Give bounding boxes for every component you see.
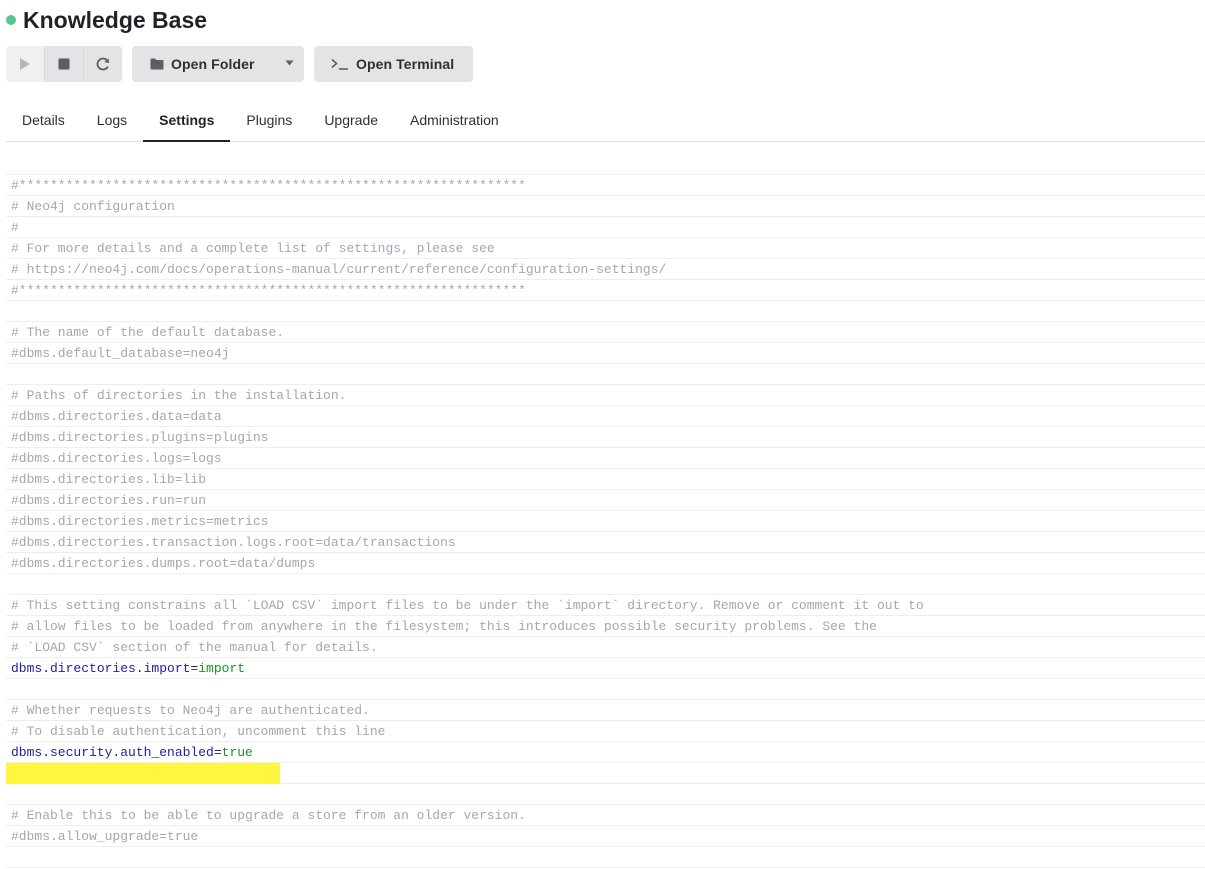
- terminal-icon: [331, 58, 348, 70]
- stop-button[interactable]: [44, 46, 83, 82]
- tab-administration[interactable]: Administration: [394, 100, 515, 141]
- comment-text: # To disable authentication, uncomment t…: [11, 724, 386, 739]
- editor-line[interactable]: #***************************************…: [6, 175, 1205, 196]
- toolbar: Open Folder Open Terminal: [6, 46, 473, 82]
- editor-line[interactable]: # Paths of directories in the installati…: [6, 385, 1205, 406]
- editor-line[interactable]: [6, 784, 1205, 805]
- editor-line[interactable]: [6, 763, 1205, 784]
- tab-settings[interactable]: Settings: [143, 100, 231, 142]
- comment-text: #dbms.directories.transaction.logs.root=…: [11, 535, 456, 550]
- tab-details[interactable]: Details: [6, 100, 81, 141]
- page-title: Knowledge Base: [23, 6, 208, 33]
- setting-line-text: dbms.security.auth_enabled=true: [11, 745, 253, 760]
- comment-text: # Paths of directories in the installati…: [11, 388, 347, 403]
- comment-text: # https://neo4j.com/docs/operations-manu…: [11, 262, 667, 277]
- tab-plugins[interactable]: Plugins: [230, 100, 308, 141]
- editor-line[interactable]: #: [6, 217, 1205, 238]
- comment-text: #: [11, 220, 19, 235]
- play-icon: [20, 58, 30, 70]
- dbms-control-group: [6, 46, 122, 82]
- tab-upgrade[interactable]: Upgrade: [308, 100, 394, 141]
- editor-line[interactable]: # Whether requests to Neo4j are authenti…: [6, 700, 1205, 721]
- editor-line[interactable]: # To disable authentication, uncomment t…: [6, 721, 1205, 742]
- comment-text: #dbms.directories.run=run: [11, 493, 207, 508]
- editor-line[interactable]: [6, 364, 1205, 385]
- editor-line[interactable]: # Enable this to be able to upgrade a st…: [6, 805, 1205, 826]
- settings-editor[interactable]: #***************************************…: [6, 154, 1205, 869]
- comment-text: # allow files to be loaded from anywhere…: [11, 619, 877, 634]
- comment-text: #dbms.directories.lib=lib: [11, 472, 207, 487]
- open-terminal-label: Open Terminal: [356, 56, 455, 72]
- restart-button[interactable]: [83, 46, 122, 82]
- tab-bar: Details Logs Settings Plugins Upgrade Ad…: [6, 100, 1205, 142]
- editor-line[interactable]: [6, 679, 1205, 700]
- editor-line[interactable]: #dbms.directories.logs=logs: [6, 448, 1205, 469]
- setting-value: true: [221, 745, 253, 760]
- title-row: Knowledge Base: [6, 4, 207, 36]
- editor-line[interactable]: #dbms.directories.transaction.logs.root=…: [6, 532, 1205, 553]
- setting-key: dbms.directories.import: [11, 661, 191, 676]
- editor-line[interactable]: dbms.security.auth_enabled=true: [6, 742, 1205, 763]
- editor-line[interactable]: #dbms.directories.plugins=plugins: [6, 427, 1205, 448]
- comment-text: #dbms.directories.logs=logs: [11, 451, 222, 466]
- comment-text: #dbms.directories.dumps.root=data/dumps: [11, 556, 316, 571]
- comment-text: # This setting constrains all `LOAD CSV`…: [11, 598, 924, 613]
- stop-icon: [58, 58, 70, 70]
- comment-text: #dbms.directories.plugins=plugins: [11, 430, 269, 445]
- comment-text: #dbms.allow_upgrade=true: [11, 829, 199, 844]
- comment-text: # The name of the default database.: [11, 325, 285, 340]
- editor-line[interactable]: #dbms.directories.lib=lib: [6, 469, 1205, 490]
- editor-line[interactable]: #dbms.allow_upgrade=true: [6, 826, 1205, 847]
- comment-text: #dbms.directories.metrics=metrics: [11, 514, 269, 529]
- comment-text: #dbms.default_database=neo4j: [11, 346, 230, 361]
- editor-line[interactable]: dbms.directories.import=import: [6, 658, 1205, 679]
- comment-text: # `LOAD CSV` section of the manual for d…: [11, 640, 378, 655]
- editor-line[interactable]: # The name of the default database.: [6, 322, 1205, 343]
- editor-line[interactable]: #dbms.directories.run=run: [6, 490, 1205, 511]
- comment-text: # Enable this to be able to upgrade a st…: [11, 808, 526, 823]
- editor-line[interactable]: # `LOAD CSV` section of the manual for d…: [6, 637, 1205, 658]
- comment-text: #***************************************…: [11, 178, 526, 193]
- editor-line[interactable]: #***************************************…: [6, 280, 1205, 301]
- setting-value: import: [198, 661, 246, 676]
- comment-text: #dbms.directories.data=data: [11, 409, 222, 424]
- editor-line[interactable]: [6, 154, 1205, 175]
- editor-line[interactable]: #dbms.directories.dumps.root=data/dumps: [6, 553, 1205, 574]
- restart-icon: [96, 57, 110, 71]
- setting-key: dbms.security.auth_enabled: [11, 745, 214, 760]
- comment-text: # Whether requests to Neo4j are authenti…: [11, 703, 370, 718]
- equals-sign: =: [213, 745, 222, 760]
- editor-line[interactable]: # https://neo4j.com/docs/operations-manu…: [6, 259, 1205, 280]
- comment-text: # For more details and a complete list o…: [11, 241, 495, 256]
- editor-line[interactable]: [6, 847, 1205, 868]
- start-button[interactable]: [6, 46, 44, 82]
- editor-line[interactable]: # This setting constrains all `LOAD CSV`…: [6, 595, 1205, 616]
- open-folder-button[interactable]: Open Folder: [132, 46, 304, 82]
- settings-page: Knowledge Base Open Folder Open Terminal…: [0, 0, 1205, 869]
- editor-line[interactable]: #dbms.default_database=neo4j: [6, 343, 1205, 364]
- editor-line[interactable]: #dbms.directories.metrics=metrics: [6, 511, 1205, 532]
- editor-line[interactable]: # Neo4j configuration: [6, 196, 1205, 217]
- chevron-down-icon[interactable]: [285, 60, 294, 66]
- editor-line[interactable]: # allow files to be loaded from anywhere…: [6, 616, 1205, 637]
- editor-line[interactable]: #dbms.directories.data=data: [6, 406, 1205, 427]
- editor-line[interactable]: [6, 574, 1205, 595]
- status-dot-icon: [6, 15, 16, 25]
- tab-logs[interactable]: Logs: [81, 100, 143, 141]
- open-folder-label: Open Folder: [171, 56, 255, 72]
- highlight-mark: [6, 763, 280, 784]
- folder-icon: [150, 58, 164, 70]
- open-terminal-button[interactable]: Open Terminal: [314, 46, 473, 82]
- editor-line[interactable]: # For more details and a complete list o…: [6, 238, 1205, 259]
- comment-text: # Neo4j configuration: [11, 199, 175, 214]
- editor-line[interactable]: [6, 301, 1205, 322]
- comment-text: #***************************************…: [11, 283, 526, 298]
- setting-line-text: dbms.directories.import=import: [11, 661, 245, 676]
